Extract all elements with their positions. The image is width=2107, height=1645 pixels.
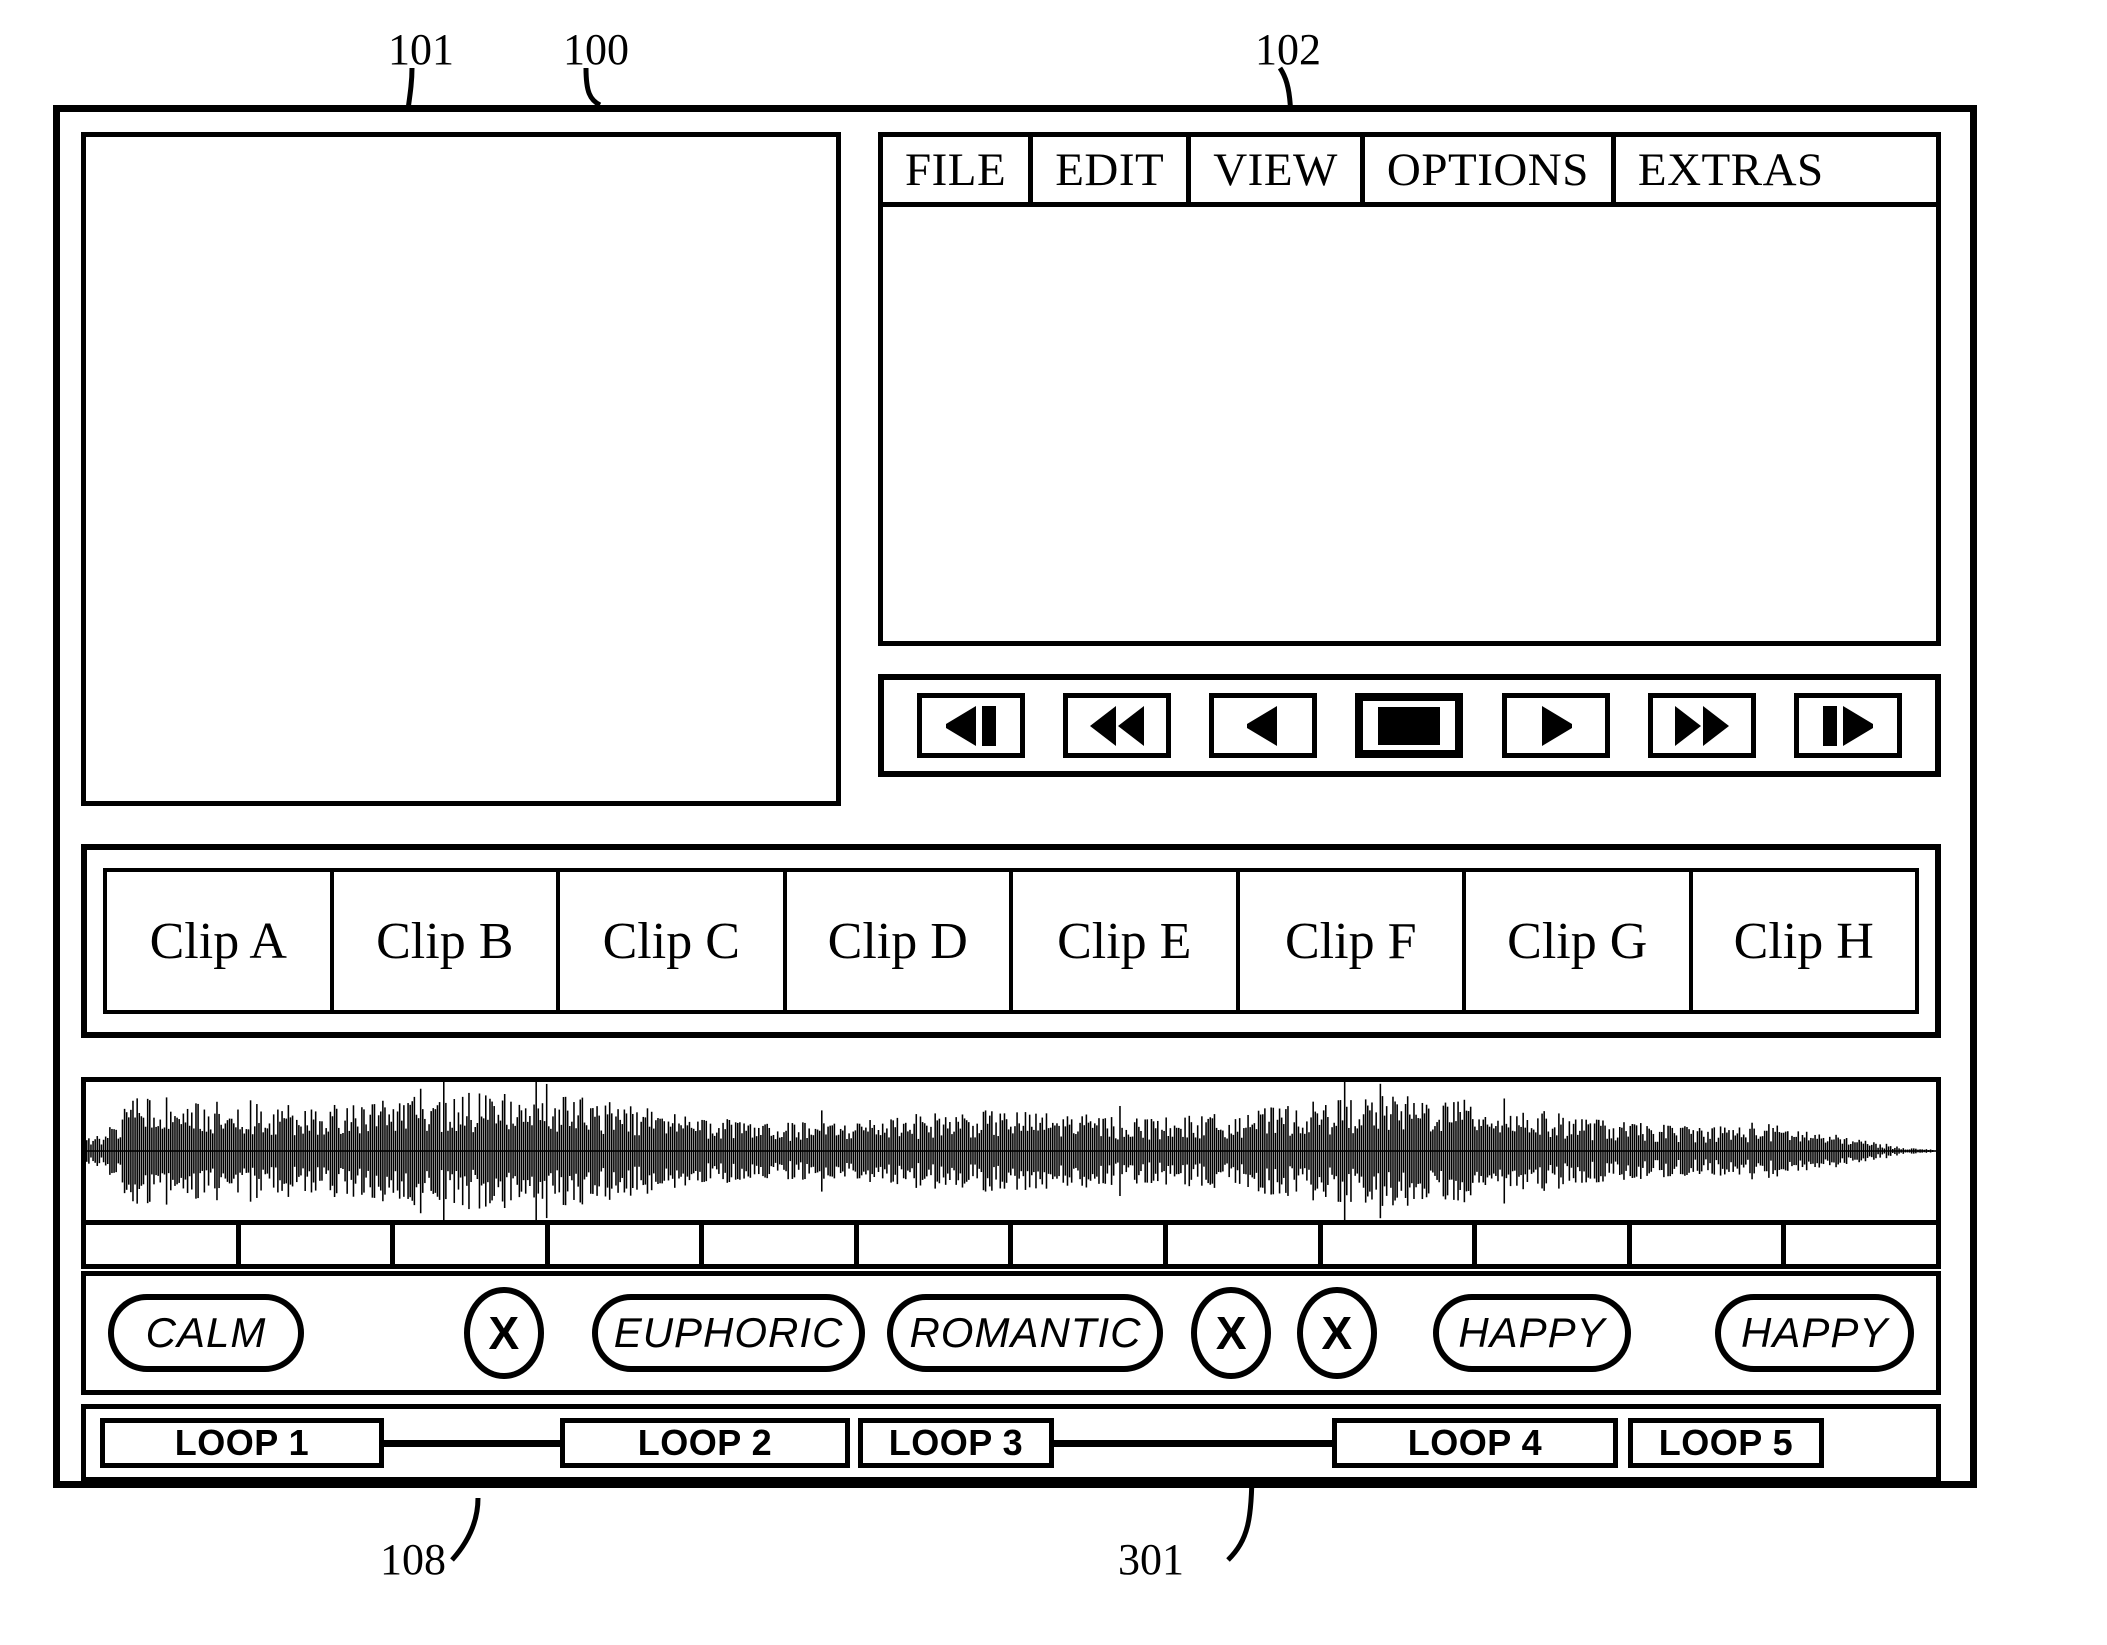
skip-previous-icon xyxy=(940,705,1002,746)
segment-tick[interactable] xyxy=(550,1225,705,1264)
segment-tick[interactable] xyxy=(395,1225,550,1264)
content-list-panel[interactable] xyxy=(878,202,1941,646)
loop-chip-3[interactable]: LOOP 3 xyxy=(858,1418,1054,1468)
play-icon xyxy=(1534,705,1578,746)
segment-tick[interactable] xyxy=(1013,1225,1169,1264)
skip-next-icon xyxy=(1817,705,1879,746)
menu-item-file[interactable]: FILE xyxy=(883,137,1034,202)
transport-play-button[interactable] xyxy=(1501,693,1610,758)
segment-ruler[interactable] xyxy=(81,1225,1941,1269)
mood-tag-row: CALM X EUPHORIC ROMANTIC X X HAPPY HAPPY xyxy=(81,1271,1941,1395)
transport-play-reverse-button[interactable] xyxy=(1209,693,1318,758)
loops-inner: LOOP 1 LOOP 2 LOOP 3 LOOP 4 LOOP 5 xyxy=(86,1409,1936,1477)
loop-chip-5[interactable]: LOOP 5 xyxy=(1628,1418,1824,1468)
transport-fast-forward-button[interactable] xyxy=(1647,693,1756,758)
loop-connector xyxy=(1054,1439,1332,1447)
stop-icon xyxy=(1378,706,1441,745)
clip-cell[interactable]: Clip D xyxy=(782,868,1009,1014)
menu-item-view[interactable]: VIEW xyxy=(1191,137,1365,202)
mood-remove-1[interactable]: X xyxy=(464,1287,544,1379)
menu-item-options[interactable]: OPTIONS xyxy=(1364,137,1616,202)
mood-tag-happy-2[interactable]: HAPPY xyxy=(1715,1294,1915,1372)
clip-cell[interactable]: Clip H xyxy=(1688,868,1919,1014)
segment-tick[interactable] xyxy=(241,1225,396,1264)
menu-item-extras[interactable]: EXTRAS xyxy=(1615,137,1846,202)
segment-tick[interactable] xyxy=(1632,1225,1787,1264)
callout-101: 101 xyxy=(388,25,454,74)
loop-chip-1[interactable]: LOOP 1 xyxy=(100,1418,384,1468)
clip-cell[interactable]: Clip A xyxy=(103,868,330,1014)
mood-tag-items: CALM X EUPHORIC ROMANTIC X X HAPPY HAPPY xyxy=(86,1276,1936,1390)
mood-tag-calm[interactable]: CALM xyxy=(108,1294,304,1372)
patent-figure: 101 100 102 103 104 105 106 107 201 202 … xyxy=(0,0,2107,1645)
transport-control-bar xyxy=(878,674,1941,777)
mood-remove-2[interactable]: X xyxy=(1191,1287,1272,1379)
clip-cell[interactable]: Clip B xyxy=(329,868,556,1014)
callout-102: 102 xyxy=(1255,25,1321,74)
menu-bar: FILE EDIT VIEW OPTIONS EXTRAS xyxy=(878,132,1941,202)
mood-tag-happy-1[interactable]: HAPPY xyxy=(1432,1294,1632,1372)
segment-tick[interactable] xyxy=(1477,1225,1632,1264)
audio-waveform-panel[interactable] xyxy=(81,1077,1941,1225)
preview-panel[interactable] xyxy=(81,132,841,806)
application-window: FILE EDIT VIEW OPTIONS EXTRAS Clip A Cli… xyxy=(53,105,1977,1488)
callout-100: 100 xyxy=(563,25,629,74)
transport-skip-forward-button[interactable] xyxy=(1793,693,1902,758)
segment-tick[interactable] xyxy=(1786,1225,1936,1264)
mood-tag-romantic[interactable]: ROMANTIC xyxy=(887,1294,1164,1372)
segment-tick[interactable] xyxy=(86,1225,241,1264)
fast-forward-icon xyxy=(1671,705,1733,746)
right-column: FILE EDIT VIEW OPTIONS EXTRAS xyxy=(878,132,1941,806)
audio-waveform xyxy=(86,1082,1936,1220)
clip-cell[interactable]: Clip F xyxy=(1235,868,1462,1014)
transport-stop-button[interactable] xyxy=(1355,693,1464,758)
loop-chip-2[interactable]: LOOP 2 xyxy=(560,1418,850,1468)
segment-tick[interactable] xyxy=(859,1225,1014,1264)
loops-row: LOOP 1 LOOP 2 LOOP 3 LOOP 4 LOOP 5 xyxy=(81,1404,1941,1482)
segment-tick[interactable] xyxy=(1168,1225,1323,1264)
clips-row: Clip A Clip B Clip C Clip D Clip E Clip … xyxy=(103,868,1919,1014)
loop-connector xyxy=(384,1439,560,1447)
callout-301: 301 xyxy=(1118,1535,1184,1584)
rewind-icon xyxy=(1086,705,1148,746)
clip-cell[interactable]: Clip E xyxy=(1009,868,1236,1014)
segment-tick[interactable] xyxy=(1323,1225,1478,1264)
callout-108: 108 xyxy=(380,1535,446,1584)
mood-remove-3[interactable]: X xyxy=(1297,1287,1377,1379)
loop-chip-4[interactable]: LOOP 4 xyxy=(1332,1418,1618,1468)
menu-item-edit[interactable]: EDIT xyxy=(1033,137,1192,202)
transport-rewind-button[interactable] xyxy=(1063,693,1172,758)
play-reverse-icon xyxy=(1241,705,1285,746)
segment-tick[interactable] xyxy=(704,1225,859,1264)
mood-tag-euphoric[interactable]: EUPHORIC xyxy=(591,1294,866,1372)
clip-cell[interactable]: Clip C xyxy=(556,868,783,1014)
transport-skip-back-button[interactable] xyxy=(917,693,1026,758)
clip-cell[interactable]: Clip G xyxy=(1462,868,1689,1014)
clips-strip: Clip A Clip B Clip C Clip D Clip E Clip … xyxy=(81,844,1941,1038)
